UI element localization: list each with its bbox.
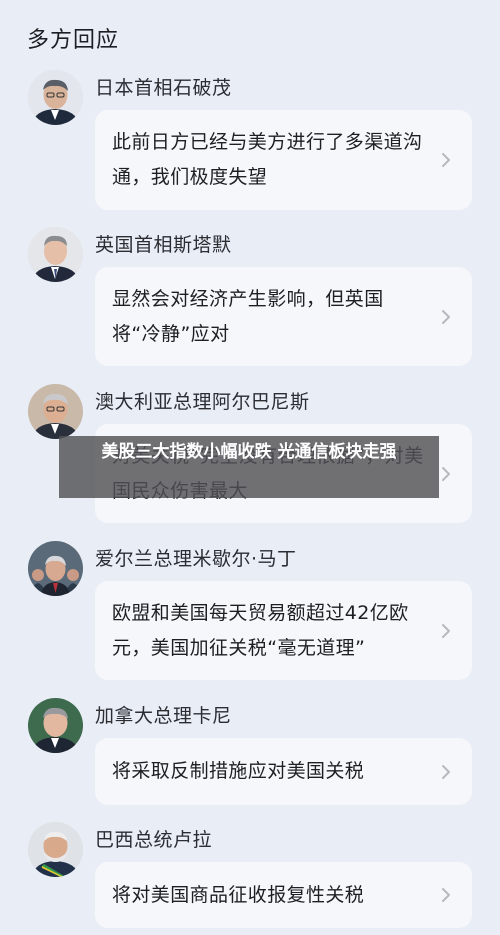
avatar [28, 541, 83, 596]
section-title: 多方回应 [27, 28, 120, 53]
person-name: 爱尔兰总理米歇尔·马丁 [95, 548, 297, 570]
chevron-right-icon [442, 310, 450, 324]
chevron-right-icon [442, 765, 450, 779]
quote-text: 将采取反制措施应对美国关税 [112, 760, 365, 782]
quote-text: 此前日方已经与美方进行了多渠道沟通，我们极度失望 [112, 131, 423, 188]
quote-text: 欧盟和美国每天贸易额超过42亿欧元，美国加征关税“毫无道理” [112, 602, 409, 659]
quote-text: 显然会对经济产生影响，但英国将“冷静”应对 [112, 288, 384, 345]
quote-text: 将对美国商品征收报复性关税 [112, 884, 365, 906]
avatar [28, 70, 83, 125]
person-name: 英国首相斯塔默 [95, 234, 232, 256]
chevron-right-icon [442, 624, 450, 638]
quote-card[interactable]: 欧盟和美国每天贸易额超过42亿欧元，美国加征关税“毫无道理” [95, 581, 472, 680]
person-name: 加拿大总理卡尼 [95, 705, 232, 727]
quote-card[interactable]: 将对美国商品征收报复性关税 [95, 862, 472, 928]
quote-card[interactable]: 此前日方已经与美方进行了多渠道沟通，我们极度失望 [95, 110, 472, 210]
avatar [28, 822, 83, 877]
quote-card[interactable]: 显然会对经济产生影响，但英国将“冷静”应对 [95, 267, 472, 366]
avatar [28, 384, 83, 439]
news-headline-overlay[interactable]: 美股三大指数小幅收跌 光通信板块走强 [59, 436, 439, 498]
person-name: 日本首相石破茂 [95, 77, 232, 99]
avatar [28, 227, 83, 282]
person-name: 澳大利亚总理阿尔巴尼斯 [95, 391, 310, 413]
chevron-right-icon [442, 467, 450, 481]
quote-card[interactable]: 将采取反制措施应对美国关税 [95, 738, 472, 805]
avatar [28, 698, 83, 753]
chevron-right-icon [442, 153, 450, 167]
news-headline-text: 美股三大指数小幅收跌 光通信板块走强 [101, 442, 397, 462]
chevron-right-icon [442, 888, 450, 902]
person-name: 巴西总统卢拉 [95, 829, 213, 851]
